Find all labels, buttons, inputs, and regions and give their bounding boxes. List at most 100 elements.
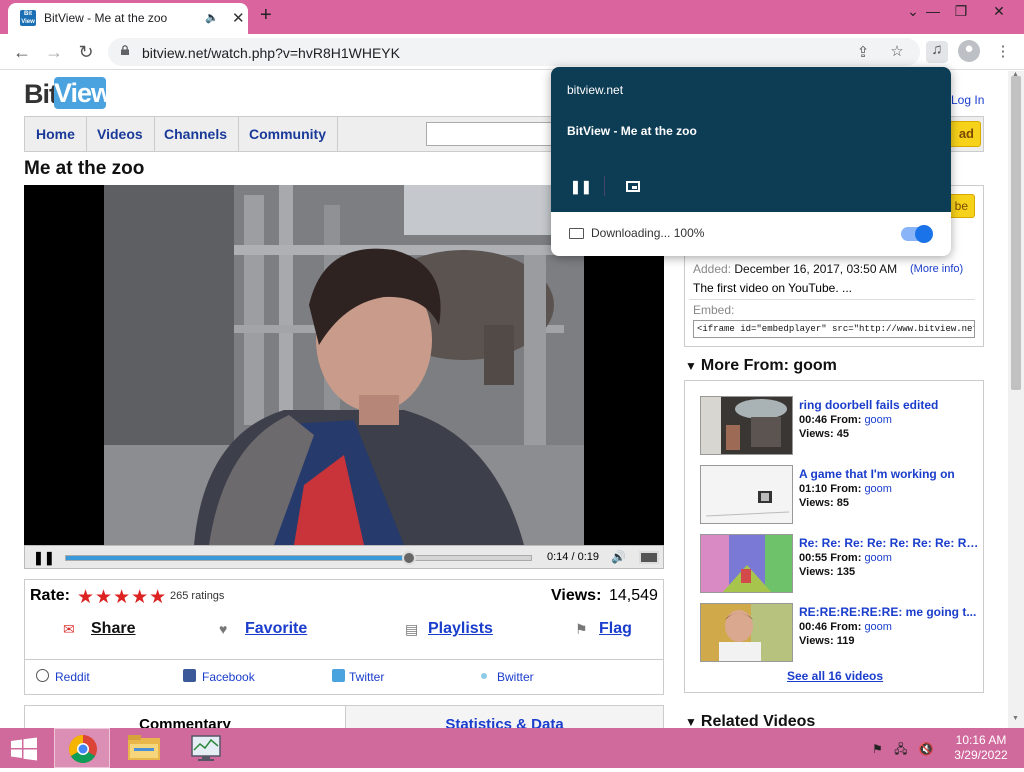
list-item[interactable]: ring doorbell fails edited 00:46 From: g…: [700, 396, 986, 456]
seek-bar[interactable]: [65, 551, 532, 565]
video-title-link[interactable]: Re: Re: Re: Re: Re: Re: Re: Re: R...: [799, 536, 979, 550]
menu-dots-icon[interactable]: ⋮: [992, 42, 1014, 60]
rating-stars[interactable]: ★★★★★: [77, 586, 167, 609]
divider: [689, 299, 975, 300]
more-info-link[interactable]: (More info): [910, 263, 963, 275]
flag-button[interactable]: Flag: [599, 620, 632, 638]
media-popup-header: bitview.net BitView - Me at the zoo ❚❚: [551, 67, 951, 212]
favorite-button[interactable]: Favorite: [245, 620, 307, 638]
volume-muted-icon[interactable]: 🔇: [919, 742, 934, 756]
video-title: Me at the zoo: [24, 158, 145, 179]
taskbar-task-manager[interactable]: [178, 728, 234, 768]
heart-icon: ♥: [219, 621, 228, 637]
scrollbar-thumb[interactable]: [1011, 76, 1021, 390]
views-label: Views:: [551, 587, 602, 604]
share-button[interactable]: Share: [91, 620, 135, 638]
video-views: Views: 119: [799, 635, 855, 647]
video-views: Views: 45: [799, 428, 849, 440]
video-title-link[interactable]: ring doorbell fails edited: [799, 398, 979, 412]
video-views: Views: 135: [799, 566, 856, 578]
uploader-link[interactable]: goom: [864, 483, 892, 495]
minimize-icon[interactable]: —: [918, 3, 948, 19]
bwitter-icon: [481, 673, 487, 679]
video-title-link[interactable]: RE:RE:RE:RE:RE: me going t...: [799, 605, 979, 619]
twitter-icon: [332, 669, 345, 682]
share-icon[interactable]: ⇪: [852, 43, 874, 61]
windows-start-icon[interactable]: [10, 737, 38, 761]
playlists-button[interactable]: Playlists: [428, 620, 493, 638]
download-status: Downloading... 100%: [591, 226, 705, 240]
see-all-videos-link[interactable]: See all 16 videos: [787, 669, 883, 683]
nav-videos[interactable]: Videos: [86, 117, 155, 151]
tab-title: BitView - Me at the zoo: [44, 11, 168, 25]
seek-handle[interactable]: [401, 551, 416, 565]
share-envelope-icon: ✉: [63, 621, 75, 637]
share-reddit[interactable]: Reddit: [55, 670, 90, 684]
media-control-icon[interactable]: ♫: [926, 41, 948, 63]
fullscreen-icon[interactable]: [639, 551, 659, 564]
tab-commentary[interactable]: Commentary: [25, 706, 345, 728]
taskbar-chrome[interactable]: [54, 728, 110, 768]
share-twitter[interactable]: Twitter: [349, 670, 384, 684]
nav-channels[interactable]: Channels: [153, 117, 240, 151]
video-thumbnail[interactable]: [700, 603, 793, 662]
browser-titlebar: Bit View BitView - Me at the zoo 🔈 ✕ + ⌄…: [0, 0, 1024, 34]
nav-home[interactable]: Home: [25, 117, 87, 151]
address-bar[interactable]: bitview.net/watch.php?v=hvR8H1WHEYK ⇪ ☆: [108, 38, 920, 66]
download-toggle[interactable]: [901, 225, 933, 243]
back-arrow-icon[interactable]: ←: [10, 40, 34, 64]
video-thumbnail[interactable]: [700, 465, 793, 524]
related-videos-heading[interactable]: ▼ Related Videos: [685, 713, 815, 728]
network-icon[interactable]: 🖧: [894, 742, 907, 756]
video-meta: 00:46 From: goom: [799, 621, 892, 633]
video-thumbnail[interactable]: [700, 534, 793, 593]
media-popup: bitview.net BitView - Me at the zoo ❚❚ D…: [551, 67, 951, 256]
tab-close-icon[interactable]: ✕: [232, 9, 245, 27]
video-thumbnail[interactable]: [700, 396, 793, 455]
media-pause-icon[interactable]: ❚❚: [570, 179, 592, 195]
list-item[interactable]: A game that I'm working on 01:10 From: g…: [700, 465, 986, 525]
added-date: Added: December 16, 2017, 03:50 AM: [693, 262, 897, 276]
taskbar-file-explorer[interactable]: [116, 728, 172, 768]
uploader-link[interactable]: goom: [864, 414, 892, 426]
restore-icon[interactable]: ❐: [946, 3, 976, 20]
picture-in-picture-icon[interactable]: [626, 181, 640, 192]
share-bwitter[interactable]: Bwitter: [497, 670, 534, 684]
search-input[interactable]: [426, 122, 566, 146]
volume-icon[interactable]: 🔊: [611, 550, 626, 564]
video-title-link[interactable]: A game that I'm working on: [799, 467, 979, 481]
windows-taskbar: ⚑ 🖧 🔇 10:16 AM 3/29/2022: [0, 728, 1024, 768]
time-display: 0:14 / 0:19: [547, 551, 600, 563]
scroll-down-icon[interactable]: ▼: [1012, 715, 1019, 722]
close-window-icon[interactable]: ✕: [984, 3, 1014, 20]
embed-code-field[interactable]: <iframe id="embedplayer" src="http://www…: [693, 320, 975, 338]
login-link[interactable]: Log In: [951, 93, 984, 107]
page-scrollbar[interactable]: ▲ ▼: [1008, 71, 1024, 728]
speaker-icon[interactable]: 🔈: [205, 11, 219, 24]
uploader-link[interactable]: goom: [864, 621, 892, 633]
rating-count: 265 ratings: [170, 590, 225, 602]
taskbar-clock[interactable]: 10:16 AM 3/29/2022: [950, 733, 1012, 763]
list-item[interactable]: Re: Re: Re: Re: Re: Re: Re: Re: R... 00:…: [700, 534, 986, 594]
profile-icon[interactable]: ●: [958, 40, 980, 62]
reload-icon[interactable]: ↻: [74, 40, 98, 64]
bookmark-star-icon[interactable]: ☆: [886, 42, 908, 60]
media-title: BitView - Me at the zoo: [567, 124, 697, 138]
flag-icon: ⚑: [575, 621, 588, 637]
list-item[interactable]: RE:RE:RE:RE:RE: me going t... 00:46 From…: [700, 603, 986, 663]
url-text: bitview.net/watch.php?v=hvR8H1WHEYK: [142, 45, 400, 61]
nav-community[interactable]: Community: [238, 117, 338, 151]
pause-icon[interactable]: ❚❚: [33, 550, 55, 566]
tab-statistics[interactable]: Statistics & Data: [345, 706, 663, 728]
video-meta: 00:55 From: goom: [799, 552, 892, 564]
forward-arrow-icon[interactable]: →: [42, 40, 66, 64]
playlist-icon: ▤: [405, 621, 419, 637]
action-center-flag-icon[interactable]: ⚑: [872, 742, 883, 756]
new-tab-button[interactable]: +: [260, 4, 272, 27]
browser-tab[interactable]: Bit View BitView - Me at the zoo 🔈 ✕: [8, 3, 248, 34]
share-facebook[interactable]: Facebook: [202, 670, 255, 684]
uploader-link[interactable]: goom: [864, 552, 892, 564]
added-value: December 16, 2017, 03:50 AM: [734, 262, 898, 276]
more-from-heading[interactable]: ▼ More From: goom: [685, 357, 837, 375]
divider: [25, 659, 663, 660]
